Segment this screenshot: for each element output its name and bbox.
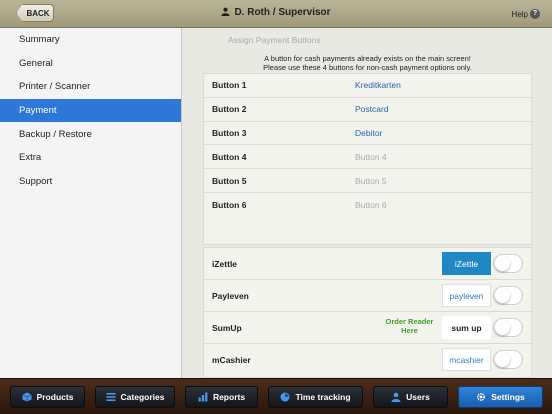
sidebar-item-summary[interactable]: Summary: [0, 28, 181, 52]
provider-row-sumup: SumUp Order Reader Here sum up: [204, 312, 531, 344]
top-bar: BACK D. Roth / Supervisor Help ?: [0, 0, 552, 28]
button-value[interactable]: Kreditkarten: [355, 80, 401, 90]
nav-label: Categories: [120, 392, 165, 402]
payment-button-row-4[interactable]: Button 4 Button 4: [204, 145, 531, 170]
sidebar-item-label: Payment: [19, 105, 57, 117]
provider-name: mCashier: [212, 355, 251, 365]
button-placeholder[interactable]: Button 4: [355, 152, 387, 162]
bar-chart-icon: [198, 392, 208, 402]
sidebar-item-label: Summary: [19, 34, 60, 46]
button-placeholder[interactable]: Button 6: [355, 200, 387, 210]
nav-time-tracking-button[interactable]: Time tracking: [268, 386, 363, 408]
button-label: Button 2: [212, 104, 247, 115]
nav-products-button[interactable]: Products: [10, 386, 85, 408]
page-title: D. Roth / Supervisor: [0, 7, 552, 18]
info-text: A button for cash payments already exist…: [183, 54, 552, 72]
bottom-nav: Products Categories Reports Time trackin…: [0, 378, 552, 414]
payment-button-row-6[interactable]: Button 6 Button 6: [204, 193, 531, 217]
payment-buttons-table: Button 1 Kreditkarten Button 2 Postcard …: [203, 73, 532, 245]
box-icon: [21, 392, 32, 402]
button-label: Button 4: [212, 151, 247, 162]
user-icon: [391, 392, 401, 402]
button-label: Button 6: [212, 199, 247, 210]
sumup-logo: sum up: [442, 316, 491, 339]
nav-label: Reports: [212, 392, 246, 402]
order-reader-link[interactable]: Order Reader Here: [382, 317, 437, 335]
payleven-toggle[interactable]: [493, 286, 523, 305]
payment-button-row-5[interactable]: Button 5 Button 5: [204, 169, 531, 193]
list-icon: [106, 393, 116, 401]
sidebar-item-payment[interactable]: Payment: [0, 98, 181, 123]
payment-button-row-3[interactable]: Button 3 Debitor: [204, 122, 531, 146]
nav-users-button[interactable]: Users: [373, 386, 448, 408]
nav-label: Time tracking: [295, 392, 351, 402]
nav-label: Products: [36, 392, 74, 402]
sidebar-item-label: Extra: [19, 152, 42, 164]
button-value[interactable]: Postcard: [355, 104, 389, 114]
sidebar-item-label: Support: [19, 175, 53, 187]
mcashier-logo: mcashier: [442, 348, 491, 371]
payment-button-row-2[interactable]: Button 2 Postcard: [204, 98, 531, 122]
sidebar-item-support[interactable]: Support: [0, 170, 181, 194]
provider-name: SumUp: [212, 322, 242, 333]
nav-label: Users: [406, 392, 430, 402]
payment-providers-table: iZettle iZettle Payleven payleven SumUp …: [203, 247, 532, 378]
sidebar-item-extra[interactable]: Extra: [0, 146, 181, 170]
payment-button-row-1[interactable]: Button 1 Kreditkarten: [204, 74, 531, 98]
izettle-logo: iZettle: [442, 252, 491, 275]
button-label: Button 3: [212, 127, 247, 138]
help-button[interactable]: Help ?: [512, 9, 540, 19]
payleven-logo: payleven: [442, 284, 491, 307]
provider-row-mcashier: mCashier mcashier: [204, 344, 531, 376]
sidebar-item-general[interactable]: General: [0, 52, 181, 76]
mcashier-toggle[interactable]: [493, 350, 523, 369]
sidebar-item-label: Printer / Scanner: [19, 81, 91, 93]
section-title: Assign Payment Buttons: [228, 35, 321, 45]
user-icon: [221, 7, 230, 16]
sidebar-item-backup-restore[interactable]: Backup / Restore: [0, 122, 181, 146]
button-value[interactable]: Debitor: [355, 128, 382, 138]
sidebar-item-printer-scanner[interactable]: Printer / Scanner: [0, 75, 181, 99]
question-mark-icon: ?: [530, 9, 540, 19]
sidebar-item-label: General: [19, 57, 53, 69]
info-line: Please use these 4 buttons for non-cash …: [263, 63, 472, 72]
gear-icon: [477, 392, 486, 402]
nav-label: Settings: [491, 392, 525, 402]
button-placeholder[interactable]: Button 5: [355, 176, 387, 186]
izettle-toggle[interactable]: [493, 254, 523, 273]
provider-row-izettle: iZettle iZettle: [204, 248, 531, 280]
provider-row-payleven: Payleven payleven: [204, 280, 531, 312]
settings-sidebar: Summary General Printer / Scanner Paymen…: [0, 28, 182, 378]
page-title-text: D. Roth / Supervisor: [234, 7, 331, 18]
button-label: Button 5: [212, 175, 247, 186]
button-label: Button 1: [212, 80, 247, 91]
help-label: Help: [511, 9, 528, 19]
nav-categories-button[interactable]: Categories: [95, 386, 175, 408]
nav-reports-button[interactable]: Reports: [185, 386, 258, 408]
clock-icon: [280, 392, 290, 402]
nav-settings-button[interactable]: Settings: [458, 386, 543, 408]
provider-name: iZettle: [212, 258, 238, 269]
sumup-toggle[interactable]: [493, 318, 523, 337]
payment-settings-panel: Assign Payment Buttons A button for cash…: [183, 28, 552, 378]
sidebar-item-label: Backup / Restore: [19, 128, 92, 140]
provider-name: Payleven: [212, 290, 249, 301]
info-line: A button for cash payments already exist…: [264, 54, 471, 63]
